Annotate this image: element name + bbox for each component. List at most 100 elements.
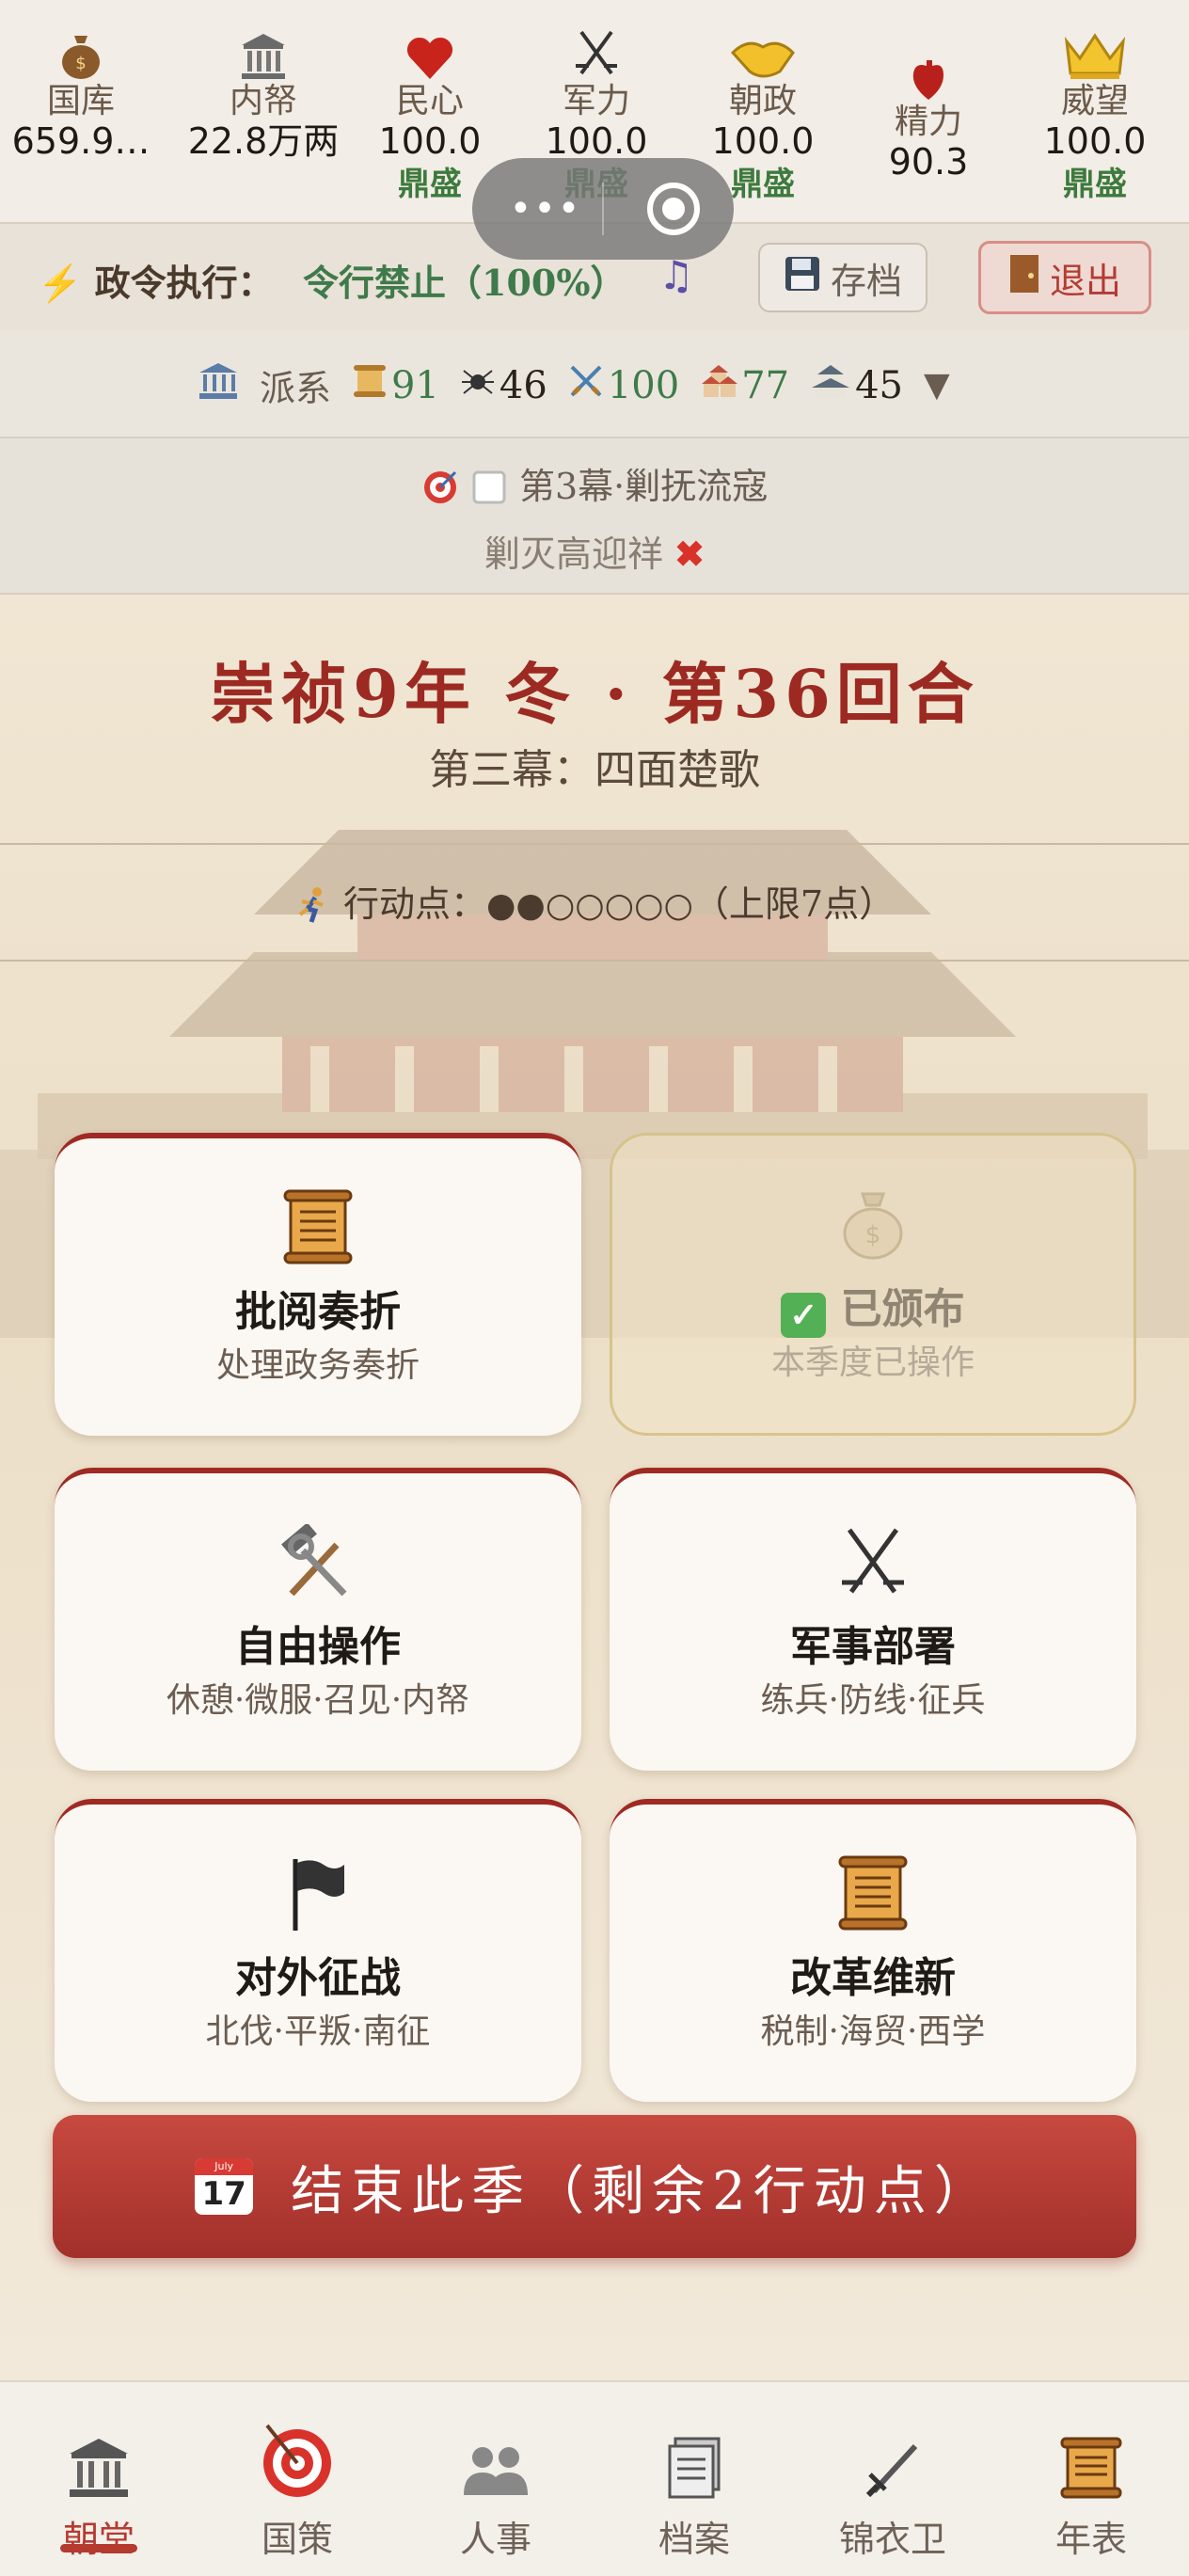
exit-button[interactable]: 退出 xyxy=(978,241,1151,314)
cross-mark-icon: ✖ xyxy=(674,533,705,575)
crossed-swords-icon xyxy=(568,363,604,408)
review-memorials-card[interactable]: 批阅奏折 处理政务奏折 xyxy=(55,1133,581,1436)
action-label: 行动点： xyxy=(343,883,487,925)
nav-label: 国策 xyxy=(261,2519,333,2560)
card-title: 改革维新 xyxy=(790,1954,956,2002)
mini-program-capsule: ••• xyxy=(472,158,734,260)
save-button[interactable]: 存档 xyxy=(758,243,927,312)
round-title: 崇祯9年 冬 · 第36回合 xyxy=(210,655,979,733)
card-subtitle: 本季度已操作 xyxy=(770,1344,975,1382)
foreign-war-card[interactable]: 对外征战 北伐·平叛·南征 xyxy=(55,1799,581,2102)
active-indicator xyxy=(60,2544,137,2552)
scroll-icon xyxy=(352,363,388,408)
close-miniprogram-icon[interactable] xyxy=(647,183,700,235)
money-bag-icon: $ xyxy=(0,21,166,81)
nav-policy[interactable]: 国策 xyxy=(198,2382,396,2576)
houses-icon xyxy=(700,363,738,408)
heart-icon xyxy=(345,21,515,81)
card-subtitle: 处理政务奏折 xyxy=(215,1346,420,1385)
scroll-icon xyxy=(992,2414,1189,2499)
nav-chronicle[interactable]: 年表 xyxy=(992,2382,1189,2576)
stat-value: 100.0 xyxy=(545,120,648,162)
stat-label: 国库 xyxy=(46,82,115,120)
card-subtitle: 休憩·微服·召见·内帑 xyxy=(166,1681,470,1720)
decree-label-text: 政令执行： xyxy=(94,262,274,304)
card-title: 对外征战 xyxy=(235,1954,401,2002)
target-icon xyxy=(198,2414,396,2499)
faction-value: 46 xyxy=(499,363,547,407)
calendar-day: 17 xyxy=(201,2175,246,2213)
military-deployment-card[interactable]: 军事部署 练兵·防线·征兵 xyxy=(610,1468,1136,1771)
stat-value: 22.8万两 xyxy=(187,120,340,162)
nav-personnel[interactable]: 人事 xyxy=(397,2382,594,2576)
target-icon xyxy=(421,466,459,507)
crown-icon xyxy=(1010,21,1180,81)
stat-treasury[interactable]: $ 国库 659.9… xyxy=(0,21,166,162)
card-title: ✓ 已颁布 xyxy=(612,1275,1134,1338)
card-subtitle: 北伐·平叛·南征 xyxy=(205,2012,431,2051)
anatomical-heart-icon xyxy=(844,21,1013,102)
stat-privy-purse[interactable]: 内帑 22.8万两 xyxy=(179,21,348,162)
stat-label: 朝政 xyxy=(728,82,797,120)
more-options-icon[interactable]: ••• xyxy=(508,186,583,231)
stat-energy[interactable]: 精力 90.3 xyxy=(844,21,1013,183)
proclaimed-card: $ ✓ 已颁布 本季度已操作 xyxy=(610,1133,1136,1436)
calendar-month: July xyxy=(195,2158,254,2175)
spider-icon xyxy=(460,363,496,408)
capsule-divider xyxy=(602,183,604,235)
faction-value: 100 xyxy=(607,363,680,407)
divider xyxy=(0,960,1189,962)
faction-item: 45 xyxy=(810,363,903,408)
door-icon xyxy=(1008,253,1040,303)
divider xyxy=(0,843,1189,845)
objective-task-row: 剿灭高迎祥 ✖ xyxy=(0,525,1189,577)
decree-label: ⚡ 政令执行： xyxy=(38,254,274,306)
card-title-text: 已颁布 xyxy=(840,1285,965,1333)
free-action-card[interactable]: 自由操作 休憩·微服·召见·内帑 xyxy=(55,1468,581,1771)
card-subtitle: 练兵·防线·征兵 xyxy=(760,1681,986,1720)
court-main: 崇祯9年 冬 · 第36回合 第三幕：四面楚歌 行动点：●●○○○○○（上限7点… xyxy=(0,595,1189,2380)
check-mark-icon: ✓ xyxy=(781,1293,827,1338)
bank-icon xyxy=(179,21,348,81)
card-title: 军事部署 xyxy=(790,1623,956,1671)
crossed-swords-icon xyxy=(512,21,681,81)
black-flag-icon xyxy=(55,1855,581,1940)
running-person-icon xyxy=(294,883,332,925)
stat-prestige[interactable]: 威望 100.0 鼎盛 xyxy=(1010,21,1180,205)
action-limit: （上限7点） xyxy=(692,883,896,925)
government-icon xyxy=(198,361,239,410)
faction-label: 派系 xyxy=(260,368,332,409)
objective-panel: 第3幕·剿抚流寇 剿灭高迎祥 ✖ xyxy=(0,438,1189,596)
stat-label: 内帑 xyxy=(229,82,297,120)
card-title: 自由操作 xyxy=(235,1623,401,1671)
stat-label: 民心 xyxy=(395,82,464,120)
save-label: 存档 xyxy=(830,260,902,302)
checkbox-icon xyxy=(470,466,508,507)
action-points-row: 行动点：●●○○○○○（上限7点） xyxy=(0,875,1189,927)
nav-label: 锦衣卫 xyxy=(838,2519,946,2560)
reform-card[interactable]: 改革维新 税制·海贸·西学 xyxy=(610,1799,1136,2102)
faction-item: 46 xyxy=(460,363,547,408)
nav-label: 朝堂 xyxy=(62,2519,135,2560)
stat-value: 90.3 xyxy=(888,141,969,183)
svg-text:$: $ xyxy=(865,1221,881,1249)
handshake-icon xyxy=(678,21,848,81)
act-subtitle: 第三幕：四面楚歌 xyxy=(429,746,760,794)
card-title: 批阅奏折 xyxy=(235,1288,401,1336)
expand-triangle-icon[interactable]: ▼ xyxy=(924,366,950,405)
stat-label: 精力 xyxy=(894,103,962,141)
stat-label: 威望 xyxy=(1060,82,1129,120)
action-dots: ●●○○○○○ xyxy=(486,886,693,925)
people-icon xyxy=(397,2414,594,2499)
nav-imperial-guard[interactable]: 锦衣卫 xyxy=(794,2382,991,2576)
faction-bar[interactable]: 派系 91 46 100 77 45 ▼ xyxy=(0,331,1189,438)
svg-text:$: $ xyxy=(75,54,86,73)
stat-label: 军力 xyxy=(562,82,630,120)
lightning-icon: ⚡ xyxy=(38,262,83,304)
faction-item: 77 xyxy=(700,363,789,408)
nav-archive[interactable]: 档案 xyxy=(595,2382,793,2576)
end-season-button[interactable]: July 17 结束此季（剩余2行动点） xyxy=(53,2115,1136,2258)
scroll-icon xyxy=(55,1189,581,1274)
nav-label: 档案 xyxy=(658,2519,730,2560)
nav-court[interactable]: 朝堂 xyxy=(0,2382,198,2576)
